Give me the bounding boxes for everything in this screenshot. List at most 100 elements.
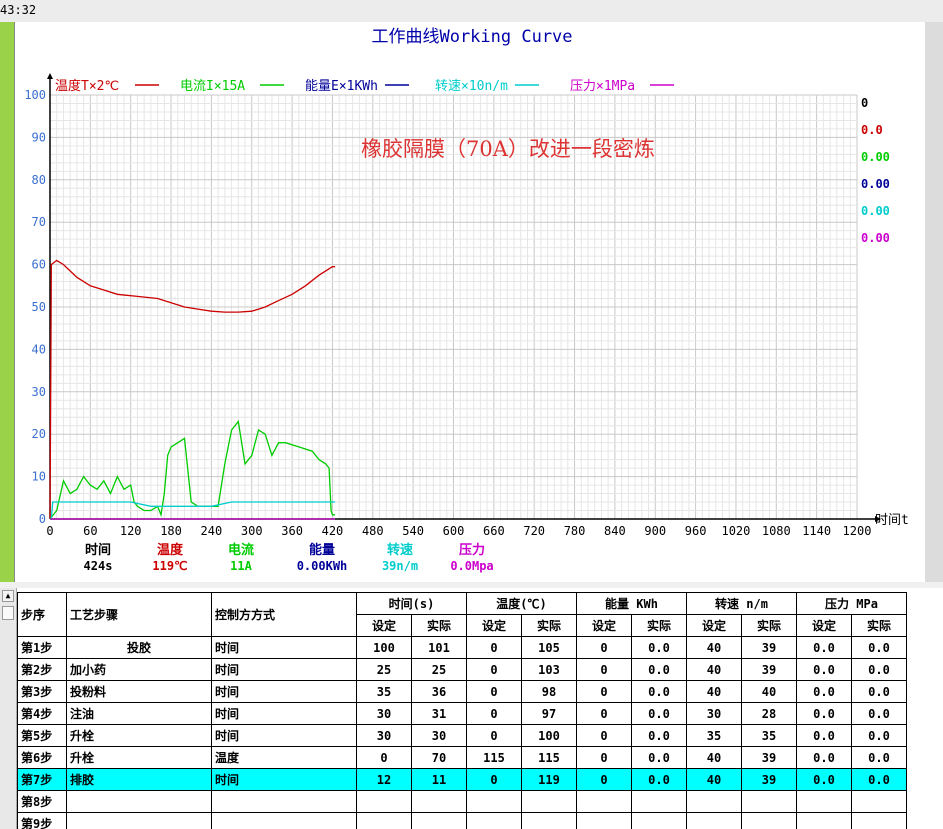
y-tick-label: 50 bbox=[32, 300, 46, 314]
value-cell: 0.0 bbox=[631, 702, 687, 725]
value-cell: 0 bbox=[576, 768, 632, 791]
control-cell: 时间 bbox=[211, 702, 357, 725]
x-tick-label: 300 bbox=[241, 524, 263, 538]
header-time: 时间(s) bbox=[356, 592, 467, 615]
current-value-label: 0.00 bbox=[861, 231, 890, 245]
value-cell: 0 bbox=[466, 768, 522, 791]
subheader-set: 设定 bbox=[356, 614, 412, 637]
value-cell: 0 bbox=[356, 746, 412, 769]
right-margin bbox=[925, 22, 943, 582]
x-tick-label: 1200 bbox=[843, 524, 872, 538]
header-step: 步序 bbox=[17, 592, 67, 637]
header-speed: 转速 n/m bbox=[686, 592, 797, 615]
value-cell: 0.0 bbox=[851, 680, 907, 703]
value-cell bbox=[796, 812, 852, 829]
table-row[interactable]: 第6步 升栓 温度 0 70 115 115 0 0.0 40 39 0.0 0.0 bbox=[17, 746, 907, 769]
value-cell: 30 bbox=[356, 702, 412, 725]
y-tick-label: 60 bbox=[32, 258, 46, 272]
control-cell bbox=[211, 812, 357, 829]
table-row[interactable]: 第5步 升栓 时间 30 30 0 100 0 0.0 35 35 0.0 0.0 bbox=[17, 724, 907, 747]
process-cell: 投粉料 bbox=[66, 680, 212, 703]
subheader-set: 设定 bbox=[576, 614, 632, 637]
legend-label: 转速×10n/m bbox=[435, 79, 508, 94]
x-tick-label: 720 bbox=[523, 524, 545, 538]
working-curve-panel: 工作曲线Working Curve 0 60 120 180 240 300 360 420 4… bbox=[14, 22, 925, 582]
x-tick-label: 420 bbox=[322, 524, 344, 538]
step-cell: 第8步 bbox=[17, 790, 67, 813]
value-cell: 39 bbox=[741, 636, 797, 659]
subheader-actual: 实际 bbox=[631, 614, 687, 637]
table-row[interactable]: 第3步 投粉料 时间 35 36 0 98 0 0.0 40 40 0.0 0.0 bbox=[17, 680, 907, 703]
legend-label: 能量E×1KWh bbox=[305, 79, 378, 94]
x-tick-label: 960 bbox=[685, 524, 707, 538]
x-tick-label: 660 bbox=[483, 524, 505, 538]
table-row[interactable]: 第8步 bbox=[17, 790, 907, 813]
value-cell bbox=[356, 812, 412, 829]
readout-label: 时间 bbox=[85, 542, 111, 558]
value-cell: 0 bbox=[466, 702, 522, 725]
value-cell: 105 bbox=[521, 636, 577, 659]
value-cell: 12 bbox=[356, 768, 412, 791]
control-cell: 时间 bbox=[211, 680, 357, 703]
scroll-thumb[interactable] bbox=[2, 606, 14, 620]
process-cell: 升栓 bbox=[66, 746, 212, 769]
control-cell: 时间 bbox=[211, 658, 357, 681]
subheader-set: 设定 bbox=[796, 614, 852, 637]
x-tick-label: 780 bbox=[564, 524, 586, 538]
x-tick-label: 540 bbox=[402, 524, 424, 538]
x-tick-label: 0 bbox=[46, 524, 53, 538]
process-steps-panel: ▲ 步序 工艺步骤 控制方方式 时间(s) 温度(℃) 能量 KWh 转速 n/… bbox=[0, 588, 943, 829]
value-cell bbox=[521, 812, 577, 829]
table-row[interactable]: 第4步 注油 时间 30 31 0 97 0 0.0 30 28 0.0 0.0 bbox=[17, 702, 907, 725]
y-axis-arrow-icon bbox=[47, 73, 53, 79]
process-cell: 投胶 bbox=[66, 636, 212, 659]
readout-value: 39n/m bbox=[382, 559, 418, 573]
value-cell: 0 bbox=[576, 724, 632, 747]
value-cell: 0.0 bbox=[631, 724, 687, 747]
subheader-set: 设定 bbox=[686, 614, 742, 637]
y-tick-label: 100 bbox=[24, 88, 46, 102]
value-cell: 39 bbox=[741, 746, 797, 769]
value-cell: 0.0 bbox=[631, 636, 687, 659]
x-tick-label: 360 bbox=[281, 524, 303, 538]
process-steps-table: 步序 工艺步骤 控制方方式 时间(s) 温度(℃) 能量 KWh 转速 n/m … bbox=[17, 592, 907, 829]
chart-annotation: 橡胶隔膜（70A）改进一段密炼 bbox=[361, 137, 655, 161]
header-control: 控制方方式 bbox=[211, 592, 357, 637]
value-cell: 0.0 bbox=[796, 658, 852, 681]
status-strip bbox=[0, 22, 14, 582]
value-cell: 0.0 bbox=[631, 768, 687, 791]
readout-value: 424s bbox=[84, 559, 113, 573]
process-cell bbox=[66, 790, 212, 813]
y-tick-label: 40 bbox=[32, 342, 46, 356]
step-cell: 第6步 bbox=[17, 746, 67, 769]
value-cell: 35 bbox=[356, 680, 412, 703]
table-row[interactable]: 第7步 排胶 时间 12 11 0 119 0 0.0 40 39 0.0 0.0 bbox=[17, 768, 907, 791]
value-cell bbox=[411, 812, 467, 829]
table-row[interactable]: 第9步 bbox=[17, 812, 907, 829]
value-cell bbox=[466, 790, 522, 813]
value-cell: 28 bbox=[741, 702, 797, 725]
x-tick-label: 60 bbox=[83, 524, 97, 538]
value-cell bbox=[411, 790, 467, 813]
header-process: 工艺步骤 bbox=[66, 592, 212, 637]
readout-label: 转速 bbox=[387, 542, 413, 558]
x-tick-label: 120 bbox=[120, 524, 142, 538]
current-value-label: 0.00 bbox=[861, 204, 890, 218]
table-row[interactable]: 第1步 投胶 时间 100 101 0 105 0 0.0 40 39 0.0 0.0 bbox=[17, 636, 907, 659]
y-tick-label: 90 bbox=[32, 130, 46, 144]
x-tick-label: 600 bbox=[443, 524, 465, 538]
process-cell: 加小药 bbox=[66, 658, 212, 681]
subheader-actual: 实际 bbox=[851, 614, 907, 637]
value-cell: 0 bbox=[466, 658, 522, 681]
x-tick-label: 1080 bbox=[762, 524, 791, 538]
value-cell bbox=[631, 790, 687, 813]
control-cell: 时间 bbox=[211, 724, 357, 747]
scroll-up-icon[interactable]: ▲ bbox=[2, 590, 14, 602]
table-scrollbar[interactable]: ▲ bbox=[0, 588, 17, 829]
subheader-actual: 实际 bbox=[411, 614, 467, 637]
y-tick-label: 30 bbox=[32, 385, 46, 399]
x-tick-label: 1020 bbox=[721, 524, 750, 538]
value-cell bbox=[521, 790, 577, 813]
x-tick-label: 240 bbox=[201, 524, 223, 538]
table-row[interactable]: 第2步 加小药 时间 25 25 0 103 0 0.0 40 39 0.0 0.0 bbox=[17, 658, 907, 681]
